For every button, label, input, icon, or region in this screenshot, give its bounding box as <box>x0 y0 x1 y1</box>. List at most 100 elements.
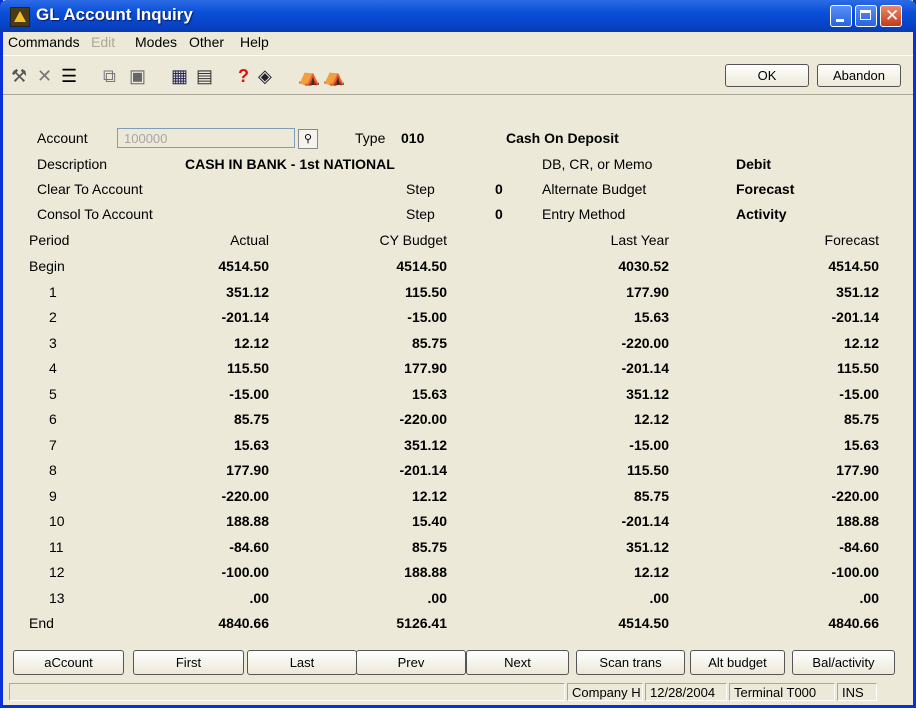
window-title: GL Account Inquiry <box>36 5 193 24</box>
value-cell: 4030.52 <box>618 258 669 274</box>
value-cell: 4840.66 <box>218 615 269 631</box>
user-switch-icon[interactable]: ⛺ <box>323 66 345 86</box>
period-cell: 2 <box>49 309 57 325</box>
status-date: 12/28/2004 <box>645 683 727 701</box>
app-icon <box>10 7 30 27</box>
clear-step-label: Step <box>406 181 435 197</box>
value-cell: 177.90 <box>404 360 447 376</box>
title-bar[interactable]: GL Account Inquiry ✕ <box>0 0 916 32</box>
ok-button[interactable]: OK <box>725 64 809 87</box>
value-cell: 15.63 <box>233 437 269 453</box>
value-cell: 351.12 <box>404 437 447 453</box>
menu-commands[interactable]: Commands <box>8 34 80 50</box>
period-cell: 9 <box>49 488 57 504</box>
value-cell: -15.00 <box>407 309 447 325</box>
abandon-button[interactable]: Abandon <box>817 64 901 87</box>
tools-icon[interactable]: ⚒ <box>11 66 27 86</box>
type-label: Type <box>355 130 386 146</box>
consol-to-account-label: Consol To Account <box>37 206 153 222</box>
value-cell: -201.14 <box>621 360 669 376</box>
menu-edit[interactable]: Edit <box>91 34 115 50</box>
paste-icon[interactable]: ▣ <box>129 66 146 86</box>
maximize-button[interactable] <box>855 5 877 27</box>
value-cell: 85.75 <box>233 411 269 427</box>
value-cell: -220.00 <box>621 335 669 351</box>
calendar-icon[interactable]: ▤ <box>196 66 213 86</box>
entry-method-label: Entry Method <box>542 206 626 222</box>
menu-other[interactable]: Other <box>189 34 224 50</box>
value-cell: -220.00 <box>831 488 879 504</box>
value-cell: 15.63 <box>633 309 669 325</box>
clear-step-value: 0 <box>495 181 503 197</box>
alternate-budget-label: Alternate Budget <box>542 181 647 197</box>
calculator-icon[interactable]: ▦ <box>171 66 188 86</box>
value-cell: 4514.50 <box>396 258 447 274</box>
value-cell: 188.88 <box>226 513 269 529</box>
period-cell: 5 <box>49 386 57 402</box>
status-bar: Company H 12/28/2004 Terminal T000 INS <box>9 681 907 703</box>
value-cell: -220.00 <box>221 488 269 504</box>
list-icon[interactable]: ☰ <box>61 66 77 86</box>
entry-method-value: Activity <box>736 206 787 222</box>
status-terminal: Terminal T000 <box>729 683 835 701</box>
period-cell: 11 <box>49 539 64 555</box>
gl-account-inquiry-window: GL Account Inquiry ✕ Commands Edit Modes… <box>0 0 916 708</box>
value-cell: -15.00 <box>839 386 879 402</box>
first-button[interactable]: First <box>133 650 244 675</box>
status-message <box>9 683 565 701</box>
col-header-period: Period <box>29 232 70 248</box>
account-panel: Account 100000 ⚲ Type 010 Cash On Deposi… <box>9 98 907 643</box>
status-company: Company H <box>567 683 643 701</box>
col-header-actual: Actual <box>230 232 269 248</box>
value-cell: 351.12 <box>626 539 669 555</box>
type-value: 010 <box>401 130 425 146</box>
next-button[interactable]: Next <box>466 650 569 675</box>
account-label: Account <box>37 130 88 146</box>
period-cell: 3 <box>49 335 57 351</box>
period-cell: 12 <box>49 564 65 580</box>
value-cell: 177.90 <box>226 462 269 478</box>
type-description: Cash On Deposit <box>506 130 619 146</box>
value-cell: 188.88 <box>404 564 447 580</box>
user-icon[interactable]: ⛺ <box>298 66 320 86</box>
clear-to-account-label: Clear To Account <box>37 181 143 197</box>
help-icon[interactable]: ? <box>238 66 249 86</box>
copy-icon[interactable]: ⧉ <box>103 66 116 86</box>
value-cell: 188.88 <box>836 513 879 529</box>
value-cell: 4514.50 <box>618 615 669 631</box>
consol-step-label: Step <box>406 206 435 222</box>
value-cell: 4514.50 <box>828 258 879 274</box>
col-header-forecast: Forecast <box>824 232 879 248</box>
delete-icon[interactable]: ✕ <box>37 66 52 86</box>
status-mode: INS <box>837 683 877 701</box>
col-header-last-year: Last Year <box>610 232 669 248</box>
close-button[interactable]: ✕ <box>880 5 902 27</box>
lookup-icon[interactable]: ⚲ <box>298 129 318 149</box>
menu-help[interactable]: Help <box>240 34 269 50</box>
value-cell: 351.12 <box>226 284 269 300</box>
value-cell: 12.12 <box>843 335 879 351</box>
prev-button[interactable]: Prev <box>356 650 466 675</box>
account-nav-button[interactable]: aCcount <box>13 650 124 675</box>
value-cell: 115.50 <box>626 462 669 478</box>
menu-modes[interactable]: Modes <box>135 34 177 50</box>
value-cell: 4840.66 <box>828 615 879 631</box>
alt-budget-button[interactable]: Alt budget <box>690 650 785 675</box>
last-button[interactable]: Last <box>247 650 357 675</box>
value-cell: 177.90 <box>626 284 669 300</box>
value-cell: .00 <box>427 590 447 606</box>
value-cell: -201.14 <box>399 462 447 478</box>
value-cell: 85.75 <box>411 335 447 351</box>
value-cell: .00 <box>649 590 669 606</box>
scan-trans-button[interactable]: Scan trans <box>576 650 685 675</box>
menu-bar: Commands Edit Modes Other Help <box>3 32 913 54</box>
bal-activity-button[interactable]: Bal/activity <box>792 650 895 675</box>
value-cell: -201.14 <box>621 513 669 529</box>
account-input[interactable]: 100000 <box>117 128 295 148</box>
description-value: CASH IN BANK - 1st NATIONAL <box>185 156 395 172</box>
book-icon[interactable]: ◈ <box>258 66 272 86</box>
value-cell: 15.40 <box>411 513 447 529</box>
value-cell: 15.63 <box>843 437 879 453</box>
minimize-button[interactable] <box>830 5 852 27</box>
value-cell: 115.50 <box>836 360 879 376</box>
